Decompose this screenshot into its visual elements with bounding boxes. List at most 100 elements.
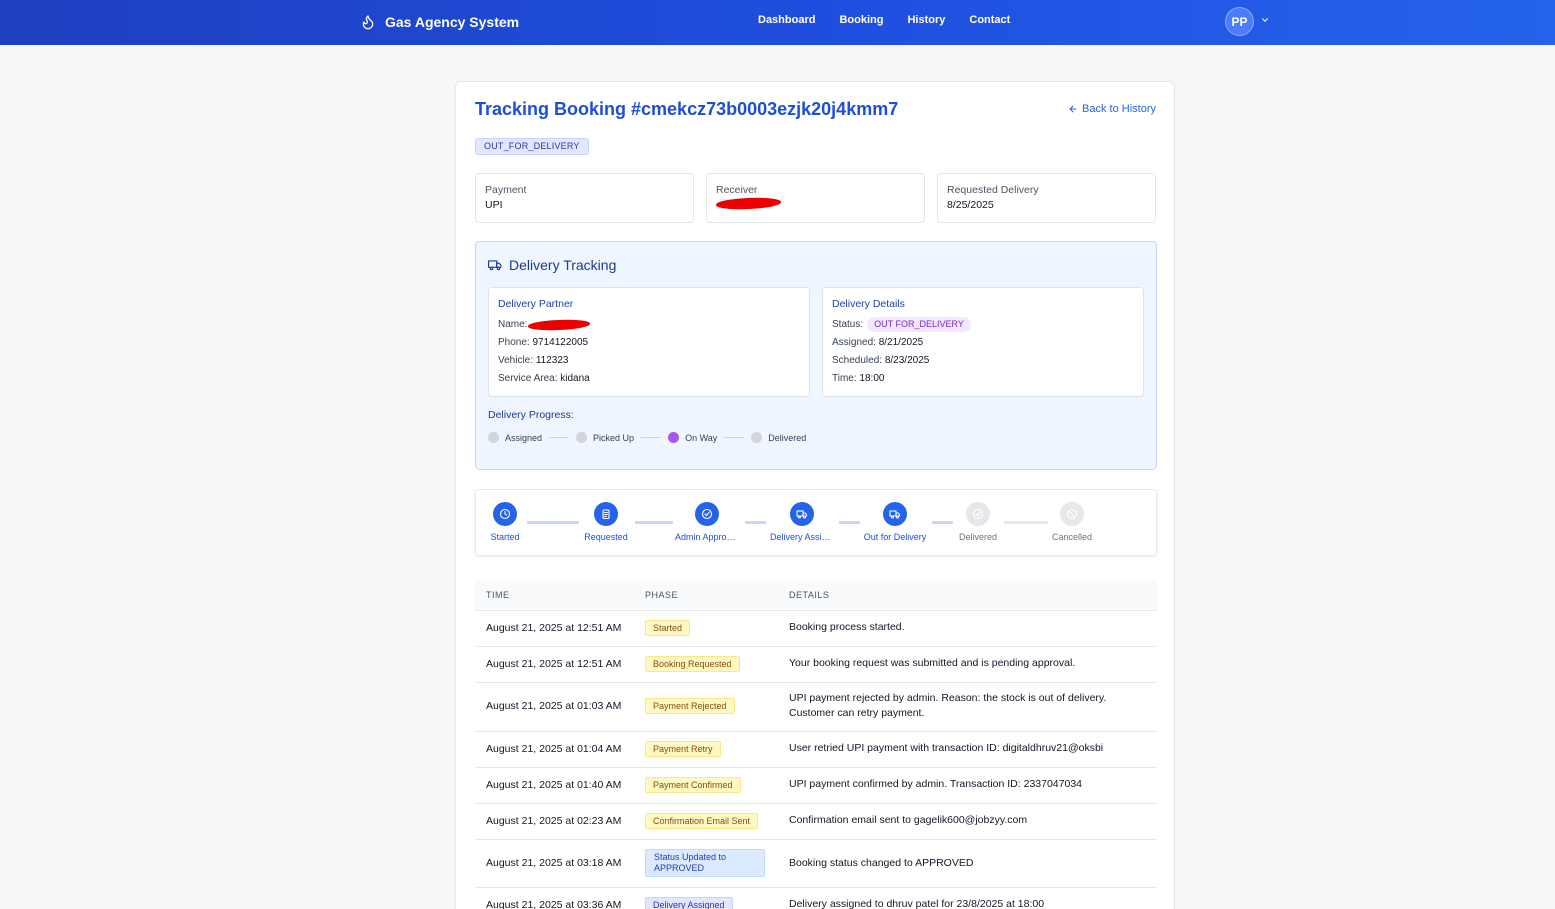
step-circle — [695, 502, 719, 526]
partner-name-label: Name: — [498, 319, 528, 330]
table-row: August 21, 2025 at 01:04 AM Payment Retr… — [475, 732, 1157, 768]
details-time: 18:00 — [859, 373, 885, 384]
partner-vehicle-row: Vehicle: 112323 — [498, 352, 800, 370]
partner-heading: Delivery Partner — [498, 298, 574, 310]
history-table: TIME PHASE DETAILS August 21, 2025 at 12… — [475, 580, 1157, 909]
partner-phone-row: Phone: 9714122005 — [498, 334, 800, 352]
table-row: August 21, 2025 at 12:51 AM Started Book… — [475, 611, 1157, 647]
details-scheduled: 8/23/2025 — [884, 355, 930, 366]
partner-area-label: Service Area: — [498, 373, 558, 384]
partner-phone: 9714122005 — [532, 337, 589, 348]
step-label: Requested — [584, 532, 628, 542]
phase-badge: Payment Rejected — [645, 698, 735, 714]
table-row: August 21, 2025 at 01:40 AM Payment Conf… — [475, 768, 1157, 804]
delivery-details-card: Delivery Details Status: OUT FOR_DELIVERY… — [822, 287, 1144, 397]
delivery-progress-label: Delivery Progress: — [488, 409, 574, 421]
top-navbar: Gas Agency System Dashboard Booking Hist… — [0, 0, 1555, 45]
stepper-connector — [839, 521, 860, 524]
details-heading: Delivery Details — [832, 298, 905, 310]
column-header-phase: PHASE — [645, 590, 679, 600]
user-avatar[interactable]: PP — [1225, 7, 1254, 36]
nav-booking[interactable]: Booking — [839, 14, 883, 26]
receiver-label: Receiver — [716, 184, 758, 196]
details-status-badge: OUT FOR_DELIVERY — [867, 317, 971, 332]
progress-step-label: Picked Up — [593, 432, 635, 443]
brand-name: Gas Agency System — [385, 14, 520, 30]
details-status-label: Status: — [832, 319, 864, 330]
payment-card: Payment UPI — [475, 173, 694, 223]
row-time: August 21, 2025 at 03:18 AM — [486, 857, 622, 869]
details-scheduled-row: Scheduled: 8/23/2025 — [832, 352, 1134, 370]
progress-dot — [576, 432, 588, 443]
progress-connector — [724, 437, 745, 438]
partner-phone-label: Phone: — [498, 337, 530, 348]
row-details: UPI payment confirmed by admin. Transact… — [789, 778, 1082, 790]
step-delivery-assigned: Delivery Assigned — [770, 502, 834, 542]
row-details: Delivery assigned to dhruv patel for 23/… — [789, 898, 1045, 909]
redaction-mark — [527, 318, 591, 332]
progress-step-label: Assigned — [505, 432, 543, 443]
step-circle — [790, 502, 814, 526]
check-circle-icon — [972, 508, 984, 520]
nav-contact[interactable]: Contact — [969, 14, 1010, 26]
phase-badge: Confirmation Email Sent — [645, 813, 759, 829]
row-time: August 21, 2025 at 01:40 AM — [486, 779, 622, 791]
step-label: Cancelled — [1051, 532, 1093, 542]
chevron-down-icon[interactable] — [1260, 15, 1270, 25]
table-row: August 21, 2025 at 03:18 AM Status Updat… — [475, 840, 1157, 888]
brand[interactable]: Gas Agency System — [360, 12, 519, 32]
step-circle — [883, 502, 907, 526]
step-label: Out for Delivery — [863, 532, 927, 542]
stepper-connector — [635, 521, 673, 524]
step-circle — [594, 502, 618, 526]
tracking-card: Tracking Booking #cmekcz73b0003ezjk20j4k… — [455, 81, 1175, 909]
nav-history[interactable]: History — [907, 14, 945, 26]
clipboard-icon — [602, 509, 610, 520]
payment-value: UPI — [485, 199, 503, 211]
progress-dot — [488, 432, 499, 443]
progress-connector — [641, 437, 662, 438]
truck-icon — [796, 510, 808, 519]
row-details: UPI payment rejected by admin. Reason: t… — [789, 691, 1106, 721]
step-requested: Requested — [574, 502, 638, 542]
row-time: August 21, 2025 at 01:03 AM — [486, 700, 622, 712]
phase-badge: Started — [645, 620, 691, 636]
step-delivered: Delivered — [946, 502, 1010, 542]
nav-dashboard[interactable]: Dashboard — [758, 14, 815, 26]
delivery-tracking-header: Delivery Tracking — [488, 257, 616, 273]
status-badge: OUT_FOR_DELIVERY — [475, 138, 589, 155]
back-to-history-link[interactable]: Back to History — [1068, 103, 1156, 115]
row-details: User retried UPI payment with transactio… — [789, 742, 1104, 754]
step-label: Started — [490, 532, 520, 542]
main-nav: Dashboard Booking History Contact — [758, 14, 1010, 26]
payment-label: Payment — [485, 184, 527, 196]
delivery-tracking-title: Delivery Tracking — [509, 257, 617, 273]
progress-step-label: On Way — [685, 432, 718, 443]
details-assigned: 8/21/2025 — [878, 337, 924, 348]
progress-dot-active — [668, 432, 680, 443]
step-admin-approved: Admin Approved — [675, 502, 739, 542]
requested-delivery-card: Requested Delivery 8/25/2025 — [937, 173, 1156, 223]
partner-area-row: Service Area: kidana — [498, 370, 800, 388]
step-out-for-delivery: Out for Delivery — [863, 502, 927, 542]
progress-step-label: Delivered — [768, 432, 807, 443]
booking-stepper: Started Requested Admin Approved Deliver… — [475, 489, 1157, 556]
row-details: Your booking request was submitted and i… — [789, 657, 1076, 669]
partner-area: kidana — [560, 373, 590, 384]
ban-icon — [1066, 508, 1078, 520]
step-label: Delivery Assigned — [770, 532, 834, 542]
partner-vehicle: 112323 — [535, 355, 569, 366]
details-assigned-row: Assigned: 8/21/2025 — [832, 334, 1134, 352]
row-time: August 21, 2025 at 03:36 AM — [486, 899, 622, 909]
row-time: August 21, 2025 at 02:23 AM — [486, 815, 622, 827]
delivery-progress: Assigned Picked Up On Way Delivered — [488, 432, 806, 443]
truck-icon — [488, 260, 502, 271]
requested-value: 8/25/2025 — [947, 199, 994, 211]
details-scheduled-label: Scheduled: — [832, 355, 883, 366]
row-time: August 21, 2025 at 01:04 AM — [486, 743, 622, 755]
row-details-line: Customer can retry payment. — [789, 707, 925, 719]
step-circle — [493, 502, 517, 526]
row-details-line: UPI payment rejected by admin. Reason: t… — [789, 692, 1107, 704]
phase-badge: Status Updated to APPROVED — [645, 849, 765, 877]
check-circle-icon — [701, 508, 713, 520]
